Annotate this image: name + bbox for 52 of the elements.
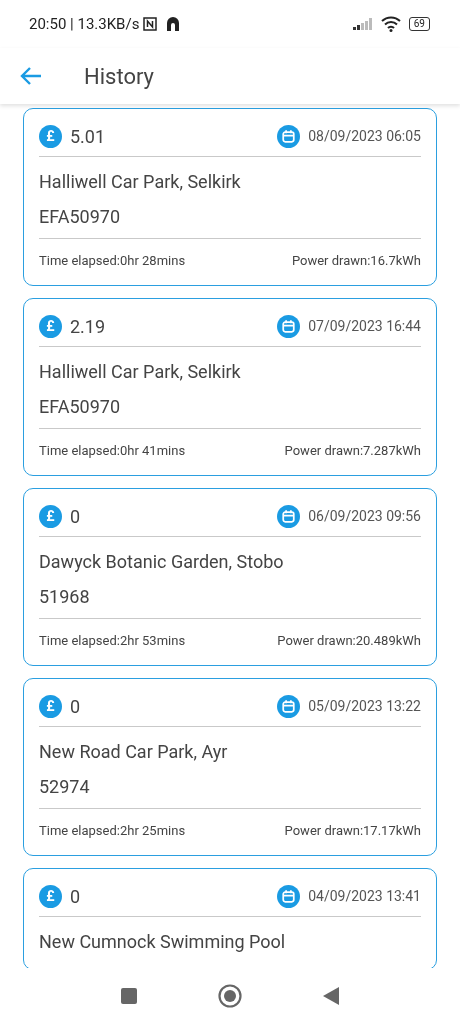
pound-icon: £ [39, 315, 62, 338]
back-nav-icon[interactable] [322, 986, 340, 1006]
amount-text: 0 [70, 695, 81, 719]
date-time-text: 05/09/2023 13:22 [308, 697, 421, 716]
session-card[interactable]: £ 0 05/09/2023 13:22 New Road Car Park, Ayr 52974 Time elapsed:2hr 25mins Power drawn:17.17kWh [23, 678, 437, 856]
home-button-icon[interactable] [218, 984, 242, 1008]
session-card[interactable]: £ 0 04/09/2023 13:41 New Cumnock Swimming Pool [23, 868, 437, 968]
pound-icon: £ [39, 885, 62, 908]
pound-icon: £ [39, 505, 62, 528]
session-card[interactable]: £ 0 06/09/2023 09:56 Dawyck Botanic Garden, Stobo 51968 Time elapsed:2hr 53mins Power drawn:20.489kWh [23, 488, 437, 666]
date-time-text: 07/09/2023 16:44 [308, 317, 421, 336]
nfc-icon [143, 17, 158, 31]
power-drawn-text: Power drawn:16.7kWh [291, 252, 421, 270]
charger-id-text: 52974 [39, 771, 421, 809]
pound-icon: £ [39, 695, 62, 718]
location-text: New Cumnock Swimming Pool [39, 930, 287, 954]
time-elapsed-text: Time elapsed:2hr 53mins [39, 632, 186, 650]
wifi-icon [380, 16, 401, 32]
calendar-icon [277, 695, 301, 718]
location-text: Halliwell Car Park, Selkirk [39, 170, 242, 194]
calendar-icon [277, 125, 301, 148]
signal-icon [352, 18, 373, 30]
status-time: 20:50 | 13.3KB/s [29, 13, 140, 35]
charger-id-text: EFA50970 [39, 201, 421, 239]
calendar-icon [277, 315, 301, 338]
calendar-icon [277, 885, 301, 908]
amount-text: 5.01 [70, 125, 106, 149]
recents-icon[interactable] [120, 987, 138, 1005]
amount-text: 2.19 [70, 315, 106, 339]
back-icon[interactable] [20, 67, 42, 85]
amount-text: 0 [70, 505, 81, 529]
location-text: Halliwell Car Park, Selkirk [39, 360, 242, 384]
page-title: History [84, 62, 154, 91]
amount-text: 0 [70, 885, 81, 909]
session-card[interactable]: £ 2.19 07/09/2023 16:44 Halliwell Car Park, Selkirk EFA50970 Time elapsed:0hr 41mins Power drawn:7.287kWh [23, 298, 437, 476]
time-elapsed-text: Time elapsed:0hr 28mins [39, 252, 186, 270]
time-elapsed-text: Time elapsed:2hr 25mins [39, 822, 186, 840]
power-drawn-text: Power drawn:7.287kWh [284, 442, 421, 460]
charger-id-text: 51968 [39, 581, 421, 619]
power-drawn-text: Power drawn:17.17kWh [284, 822, 421, 840]
power-drawn-text: Power drawn:20.489kWh [277, 632, 421, 650]
date-time-text: 08/09/2023 06:05 [308, 127, 421, 146]
date-time-text: 04/09/2023 13:41 [308, 887, 421, 906]
session-card[interactable]: £ 5.01 08/09/2023 06:05 Halliwell Car Park, Selkirk EFA50970 Time elapsed:0hr 28mins Power drawn:16.7kWh [23, 108, 437, 286]
location-text: New Road Car Park, Ayr [39, 740, 229, 764]
location-text: Dawyck Botanic Garden, Stobo [39, 550, 285, 574]
date-time-text: 06/09/2023 09:56 [308, 507, 421, 526]
time-elapsed-text: Time elapsed:0hr 41mins [39, 442, 186, 460]
charger-id-text: EFA50970 [39, 391, 421, 429]
battery-indicator: 69 [408, 17, 430, 31]
pound-icon: £ [39, 125, 62, 148]
calendar-icon [277, 505, 301, 528]
